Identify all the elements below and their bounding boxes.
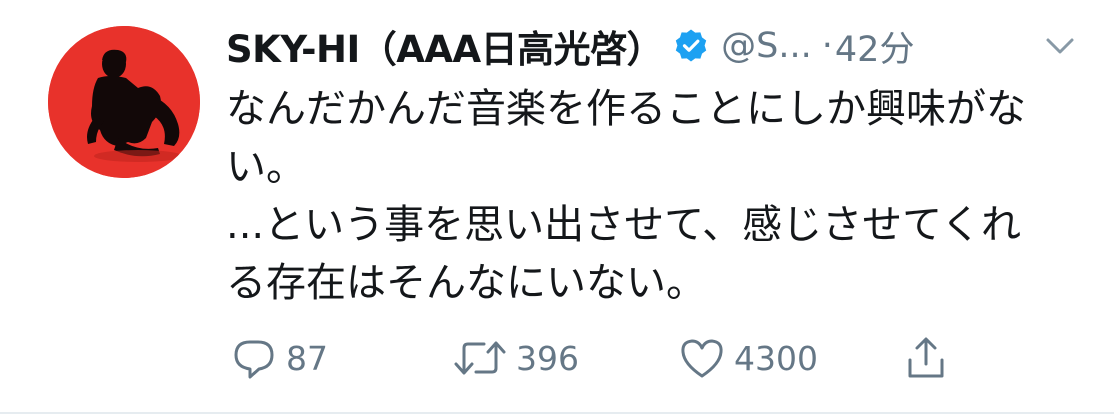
header-separator: ·	[821, 26, 833, 66]
heart-icon	[681, 339, 723, 378]
verified-badge-icon	[675, 29, 707, 62]
share-button[interactable]	[902, 330, 950, 386]
user-handle[interactable]: @S...	[721, 26, 812, 66]
retweet-button[interactable]: 396	[452, 330, 579, 386]
avatar[interactable]	[48, 26, 200, 178]
avatar-photo	[48, 26, 200, 178]
tweet-text-line: ...という事を思い出させて、感じさせてくれ	[226, 202, 1021, 248]
tweet-header: SKY-HI（AAA日高光啓） @S... · 42分	[226, 16, 914, 76]
chevron-down-icon[interactable]	[1042, 32, 1078, 60]
tweet-divider	[0, 412, 1114, 414]
share-icon	[908, 337, 944, 378]
tweet[interactable]: SKY-HI（AAA日高光啓） @S... · 42分 なんだかんだ音楽を作るこ…	[0, 0, 1114, 416]
like-count: 4300	[734, 338, 818, 378]
tweet-text-line: なんだかんだ音楽を作ることにしか興味がな	[226, 86, 1026, 132]
tweet-text-line: い。	[226, 144, 306, 190]
retweet-icon	[454, 341, 506, 375]
like-button[interactable]: 4300	[678, 330, 818, 386]
tweet-actions: 87 396 4300	[226, 330, 1086, 386]
timestamp[interactable]: 42分	[835, 21, 915, 72]
display-name[interactable]: SKY-HI（AAA日高光啓）	[226, 19, 664, 73]
reply-icon	[234, 340, 274, 379]
reply-button[interactable]: 87	[230, 330, 328, 386]
tweet-text-line: る存在はそんなにいない。	[226, 260, 706, 306]
retweet-count: 396	[516, 338, 579, 378]
tweet-text: なんだかんだ音楽を作ることにしか興味がな い。 ...という事を思い出させて、感…	[226, 80, 1076, 312]
reply-count: 87	[286, 338, 328, 378]
